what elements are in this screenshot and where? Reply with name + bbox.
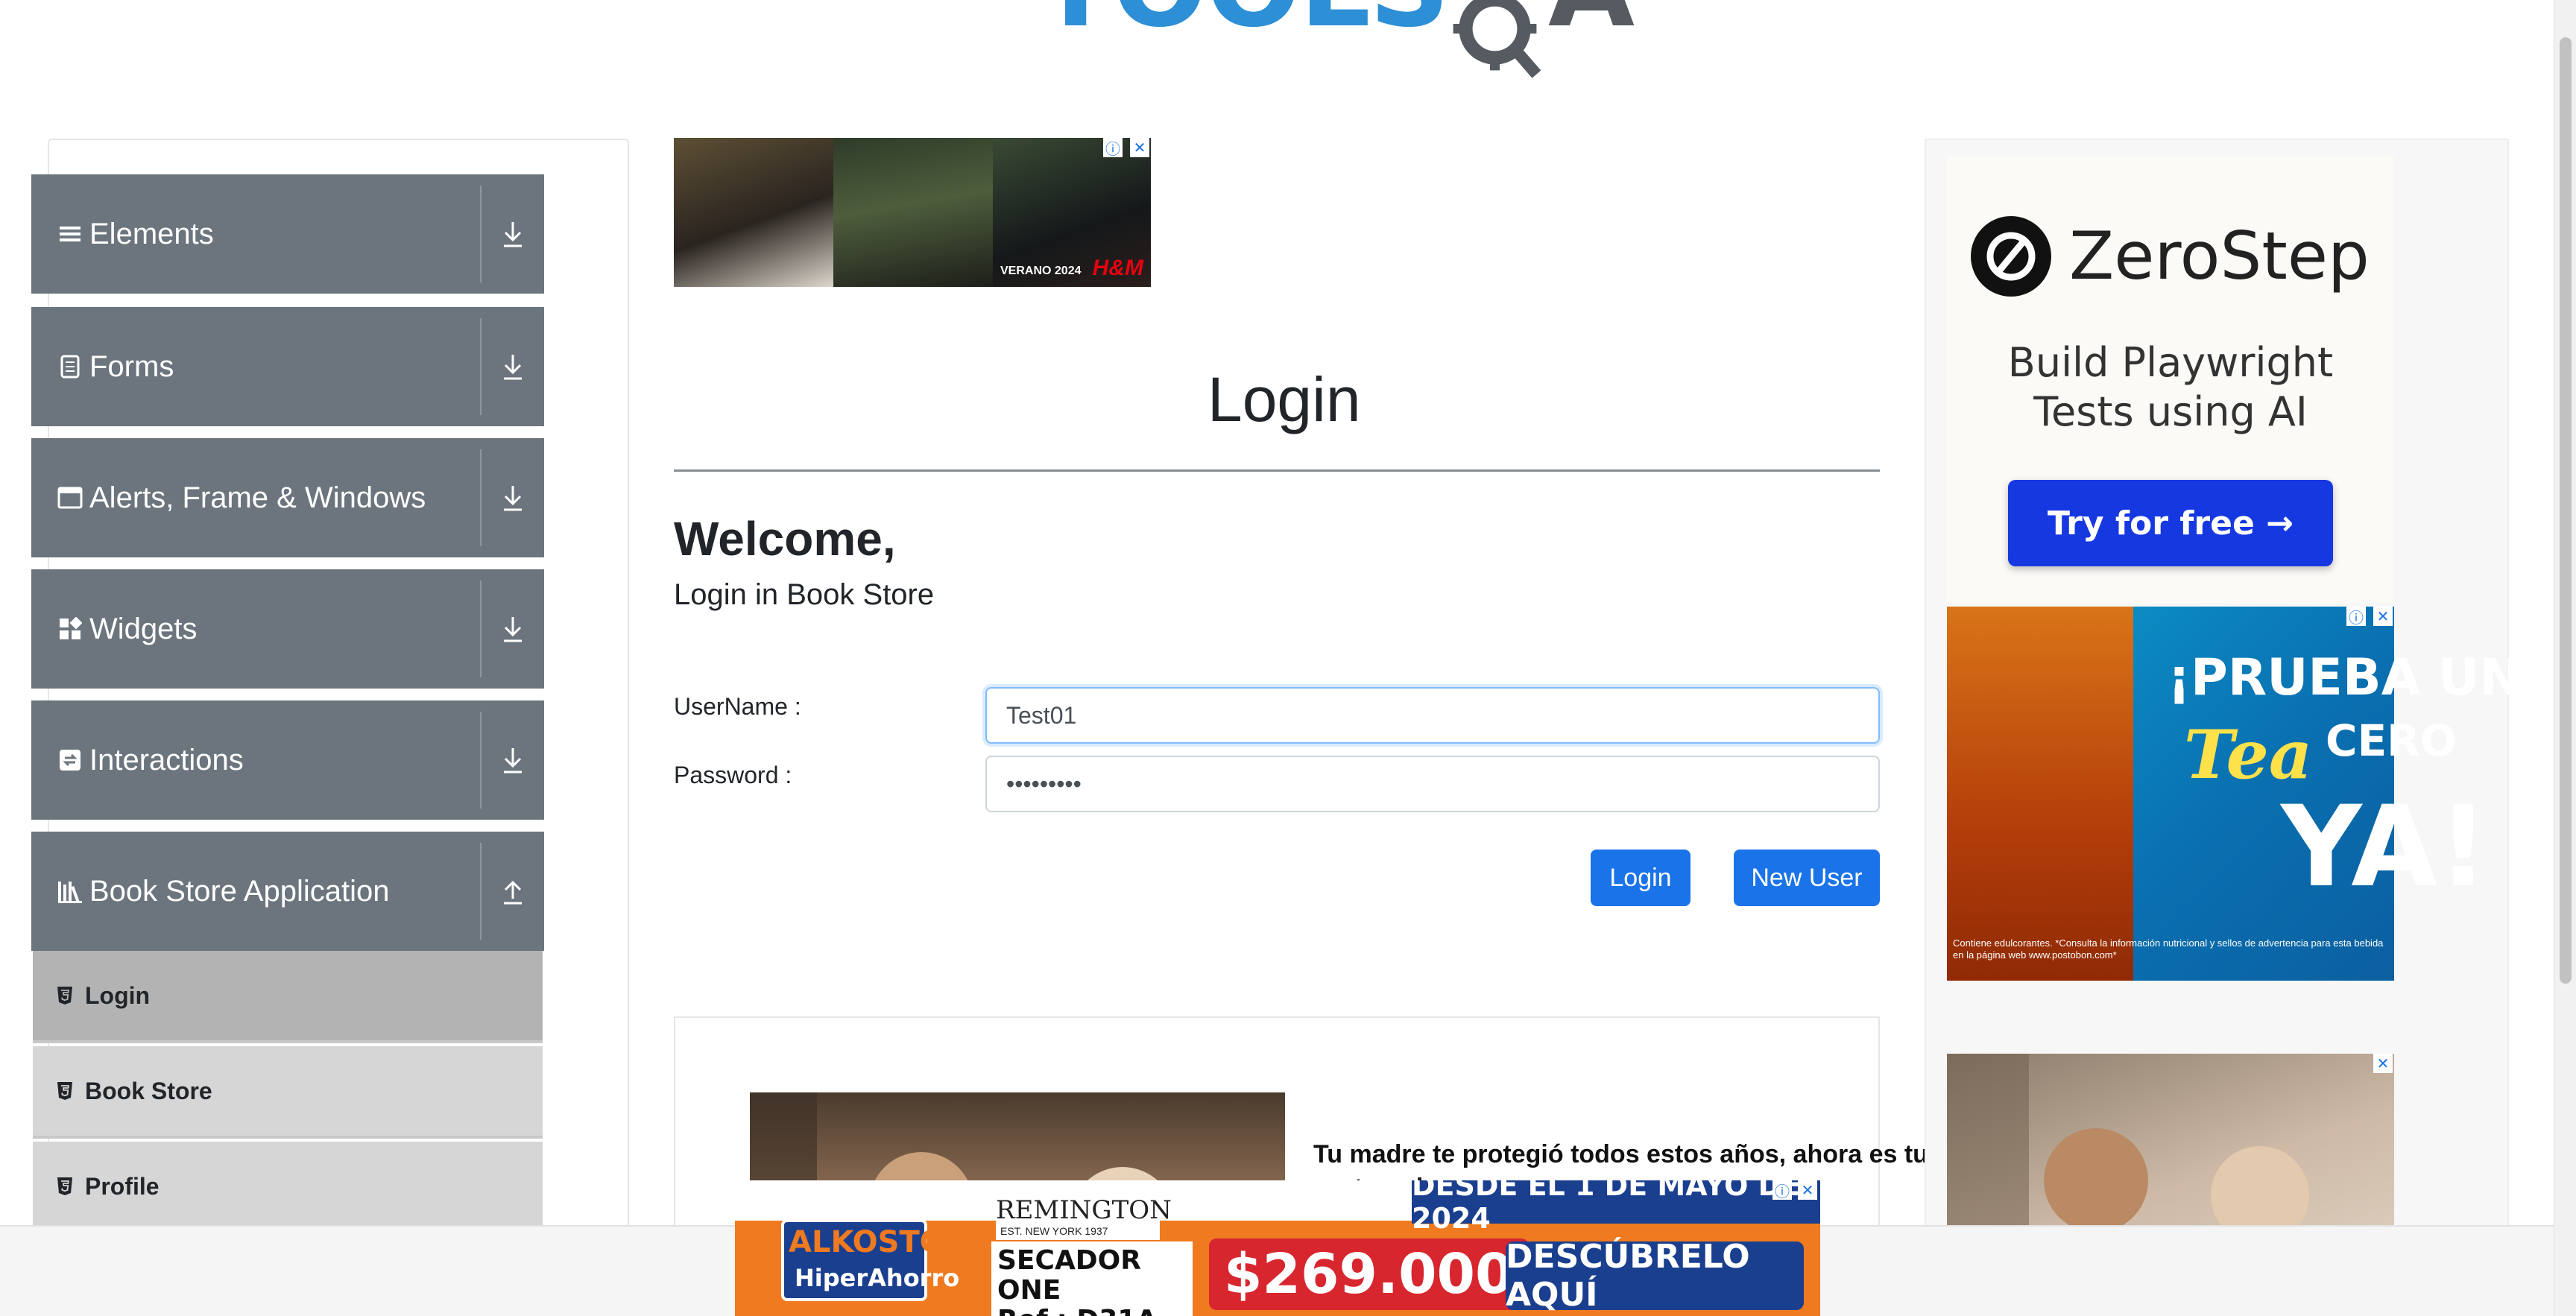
store-name: ALKOSTO — [789, 1225, 945, 1259]
sidebar-group-label: Forms — [89, 349, 174, 383]
window-icon — [54, 481, 86, 514]
lower-ad-line: Tu madre te protegió todos estos años, a… — [1313, 1140, 1932, 1168]
password-input[interactable] — [985, 756, 1880, 812]
html5-icon — [54, 984, 76, 1007]
download-arrow-icon[interactable] — [482, 614, 544, 644]
toolsqa-logo[interactable]: TOOLS A — [1038, 0, 1635, 89]
books-icon — [54, 875, 86, 908]
ad-close-icon[interactable]: ✕ — [1798, 1180, 1817, 1200]
ad-caption: VERANO 2024 — [1000, 265, 1082, 277]
interaction-icon — [54, 744, 86, 776]
zerostep-tagline: Build Playwright Tests using AI — [1947, 338, 2394, 437]
tea-disclaimer: Contiene edulcorantes. *Consulta la info… — [1953, 937, 2384, 961]
tea-headline: ¡PRUEBA UN — [2168, 648, 2522, 707]
ad-close-icon[interactable]: ✕ — [1130, 138, 1149, 157]
product-line: SECADOR ONE — [997, 1245, 1142, 1306]
sidebar-item-login[interactable]: Login — [33, 951, 543, 1043]
sidebar-group-interactions[interactable]: Interactions — [31, 700, 544, 820]
sidebar-group-label: Alerts, Frame & Windows — [89, 481, 426, 514]
tagline-line: Build Playwright — [2007, 339, 2334, 386]
hamburger-icon — [54, 218, 86, 250]
sidebar-item-label: Login — [85, 981, 151, 1009]
try-for-free-button[interactable]: Try for free → — [2008, 480, 2333, 566]
price-tag: $269.000 — [1209, 1239, 1529, 1310]
download-arrow-icon[interactable] — [482, 219, 544, 249]
page: TOOLS A Elements Forms — [0, 0, 2576, 1316]
promo-date: DESDE EL 1 DE MAYO DE 2024 — [1412, 1180, 1820, 1235]
ad-info-icon[interactable]: ⓘ — [1103, 138, 1123, 158]
top-ad-banner[interactable]: VERANO 2024 H&M — [674, 138, 1151, 287]
ad-close-icon[interactable]: ✕ — [2373, 607, 2393, 626]
new-user-button[interactable]: New User — [1734, 850, 1880, 906]
sidebar-group-label: Widgets — [89, 612, 198, 645]
sidebar-item-label: Profile — [85, 1172, 160, 1200]
sidebar-group-alerts[interactable]: Alerts, Frame & Windows — [31, 438, 544, 557]
welcome-heading: Welcome, — [674, 512, 896, 566]
username-label: UserName : — [674, 693, 801, 720]
ad-photo — [674, 138, 833, 287]
ad-brand: H&M — [1092, 256, 1143, 280]
login-subtitle: Login in Book Store — [674, 578, 935, 611]
download-arrow-icon[interactable] — [482, 745, 544, 775]
sidebar-item-label: Book Store — [85, 1077, 212, 1104]
tea-cero: CERO — [2326, 715, 2457, 766]
document-icon — [54, 350, 86, 383]
store-name-sub: HiperAhorro — [795, 1264, 960, 1292]
product-name: SECADOR ONE Ref.: D31A — [991, 1241, 1193, 1316]
sidebar-group-widgets[interactable]: Widgets — [31, 569, 544, 689]
brand-sub: EST. NEW YORK 1937 — [1000, 1225, 1108, 1237]
discover-button[interactable]: DESCÚBRELO AQUÍ — [1506, 1238, 1804, 1314]
title-divider — [674, 469, 1880, 472]
product-line: Ref.: D31A — [997, 1306, 1193, 1316]
sidebar-item-profile[interactable]: Profile — [33, 1142, 543, 1234]
password-label: Password : — [674, 762, 792, 788]
sidebar-group-elements[interactable]: Elements — [31, 174, 544, 294]
download-arrow-icon[interactable] — [482, 352, 544, 382]
ad-photo: VERANO 2024 H&M — [993, 138, 1151, 287]
download-arrow-icon[interactable] — [482, 483, 544, 513]
tagline-line: Tests using AI — [2033, 388, 2308, 435]
ad-close-icon[interactable]: ✕ — [2373, 1054, 2393, 1073]
logo-suffix: A — [1548, 0, 1635, 43]
sidebar-group-book-store[interactable]: Book Store Application — [31, 832, 544, 951]
zerostep-logo-icon — [1971, 216, 2051, 297]
scrollbar-thumb[interactable] — [2560, 37, 2572, 984]
sidebar-item-book-store[interactable]: Book Store — [33, 1046, 543, 1139]
username-input[interactable] — [985, 687, 1880, 744]
sidebar-group-label: Elements — [89, 217, 214, 250]
logo-text: TOOLS — [1038, 0, 1450, 43]
gear-icon — [1453, 0, 1541, 78]
upload-arrow-icon[interactable] — [482, 876, 544, 906]
html5-icon — [54, 1175, 76, 1198]
ad-info-icon[interactable]: ⓘ — [1772, 1180, 1792, 1200]
bottle-image — [1947, 607, 2133, 981]
html5-icon — [54, 1080, 76, 1102]
tea-ya: YA! — [2281, 782, 2489, 912]
sidebar-group-label: Book Store Application — [89, 874, 390, 908]
page-title: Login — [1208, 364, 1361, 434]
sidebar-group-forms[interactable]: Forms — [31, 307, 544, 426]
login-button[interactable]: Login — [1591, 850, 1690, 906]
ad-info-icon[interactable]: ⓘ — [2346, 607, 2366, 627]
ad-photo — [833, 138, 993, 287]
sidebar-group-label: Interactions — [89, 743, 244, 776]
zerostep-name: ZeroStep — [2069, 218, 2370, 294]
bottom-ad-banner[interactable]: ALKOSTO HiperAhorro REMINGTON EST. NEW Y… — [735, 1180, 1820, 1316]
widgets-icon — [54, 613, 86, 645]
